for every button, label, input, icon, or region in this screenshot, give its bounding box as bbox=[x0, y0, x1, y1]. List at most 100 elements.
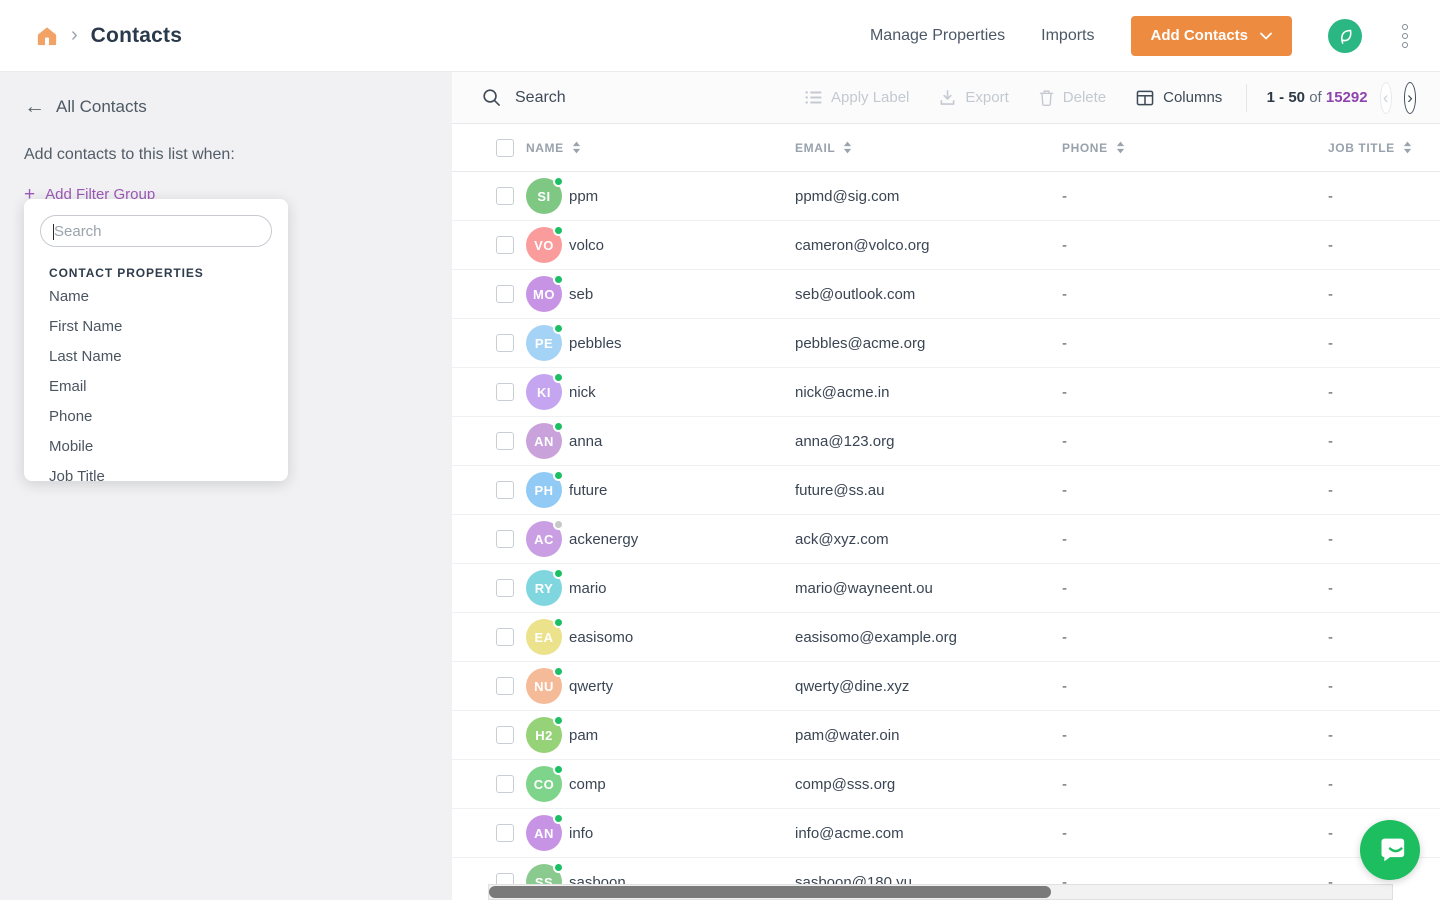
contact-name[interactable]: future bbox=[569, 482, 607, 499]
contact-name[interactable]: comp bbox=[569, 776, 606, 793]
manage-properties-link[interactable]: Manage Properties bbox=[870, 27, 1005, 45]
contacts-main: Apply Label Export Delete Columns bbox=[452, 72, 1440, 900]
column-header-job-title[interactable]: JOB TITLE bbox=[1328, 141, 1440, 155]
property-item[interactable]: First Name bbox=[49, 312, 272, 342]
contact-name[interactable]: mario bbox=[569, 580, 607, 597]
contact-phone: - bbox=[1062, 335, 1328, 352]
table-search-input[interactable] bbox=[515, 89, 775, 107]
row-checkbox[interactable] bbox=[496, 285, 514, 303]
column-header-name[interactable]: NAME bbox=[526, 141, 795, 155]
avatar-initials: AN bbox=[534, 434, 554, 449]
property-search-input[interactable] bbox=[54, 223, 258, 240]
contact-name[interactable]: qwerty bbox=[569, 678, 613, 695]
property-item[interactable]: Phone bbox=[49, 402, 272, 432]
contact-email[interactable]: cameron@volco.org bbox=[795, 237, 1062, 254]
table-row[interactable]: EA easisomo easisomo@example.org - - bbox=[452, 613, 1440, 662]
row-checkbox[interactable] bbox=[496, 481, 514, 499]
table-row[interactable]: VO volco cameron@volco.org - - bbox=[452, 221, 1440, 270]
contact-email[interactable]: comp@sss.org bbox=[795, 776, 1062, 793]
row-checkbox[interactable] bbox=[496, 579, 514, 597]
row-checkbox[interactable] bbox=[496, 824, 514, 842]
table-row[interactable]: CO comp comp@sss.org - - bbox=[452, 760, 1440, 809]
avatar: PE bbox=[526, 325, 562, 361]
contact-name[interactable]: pebbles bbox=[569, 335, 622, 352]
table-search[interactable] bbox=[482, 88, 775, 107]
property-item[interactable]: Last Name bbox=[49, 342, 272, 372]
row-checkbox[interactable] bbox=[496, 775, 514, 793]
table-row[interactable]: MO seb seb@outlook.com - - bbox=[452, 270, 1440, 319]
contact-name[interactable]: anna bbox=[569, 433, 602, 450]
filter-sidebar: ← All Contacts Add contacts to this list… bbox=[0, 72, 452, 900]
row-checkbox[interactable] bbox=[496, 628, 514, 646]
property-item[interactable]: Mobile bbox=[49, 432, 272, 462]
contact-name[interactable]: info bbox=[569, 825, 593, 842]
row-checkbox[interactable] bbox=[496, 187, 514, 205]
contact-name[interactable]: ppm bbox=[569, 188, 598, 205]
contact-email[interactable]: mario@wayneent.ou bbox=[795, 580, 1062, 597]
contact-email[interactable]: ppmd@sig.com bbox=[795, 188, 1062, 205]
contact-email[interactable]: ack@xyz.com bbox=[795, 531, 1062, 548]
table-row[interactable]: PH future future@ss.au - - bbox=[452, 466, 1440, 515]
next-page-button[interactable]: › bbox=[1404, 82, 1416, 114]
avatar-initials: SI bbox=[537, 189, 550, 204]
property-item[interactable]: Job Title bbox=[49, 462, 272, 481]
table-row[interactable]: RY mario mario@wayneent.ou - - bbox=[452, 564, 1440, 613]
contact-email[interactable]: info@acme.com bbox=[795, 825, 1062, 842]
pagination-total[interactable]: 15292 bbox=[1326, 89, 1368, 106]
contact-email[interactable]: anna@123.org bbox=[795, 433, 1062, 450]
column-header-phone[interactable]: PHONE bbox=[1062, 141, 1328, 155]
table-row[interactable]: AN info info@acme.com - - bbox=[452, 809, 1440, 858]
table-row[interactable]: PE pebbles pebbles@acme.org - - bbox=[452, 319, 1440, 368]
select-all-checkbox[interactable] bbox=[496, 139, 514, 157]
table-row[interactable]: KI nick nick@acme.in - - bbox=[452, 368, 1440, 417]
contact-name[interactable]: seb bbox=[569, 286, 593, 303]
add-contacts-button[interactable]: Add Contacts bbox=[1131, 16, 1293, 56]
all-contacts-back[interactable]: ← All Contacts bbox=[24, 96, 428, 117]
contact-name[interactable]: pam bbox=[569, 727, 598, 744]
user-avatar[interactable] bbox=[1328, 19, 1362, 53]
row-checkbox[interactable] bbox=[496, 236, 514, 254]
contact-email[interactable]: pebbles@acme.org bbox=[795, 335, 1062, 352]
table-row[interactable]: AN anna anna@123.org - - bbox=[452, 417, 1440, 466]
contact-email[interactable]: future@ss.au bbox=[795, 482, 1062, 499]
chat-bubble-icon bbox=[1373, 833, 1407, 867]
row-checkbox[interactable] bbox=[496, 383, 514, 401]
apply-label-button[interactable]: Apply Label bbox=[805, 89, 909, 106]
table-row[interactable]: NU qwerty qwerty@dine.xyz - - bbox=[452, 662, 1440, 711]
prev-page-button[interactable]: ‹ bbox=[1380, 82, 1392, 114]
contact-email[interactable]: pam@water.oin bbox=[795, 727, 1062, 744]
row-checkbox[interactable] bbox=[496, 677, 514, 695]
table-row[interactable]: H2 pam pam@water.oin - - bbox=[452, 711, 1440, 760]
property-item[interactable]: Name bbox=[49, 282, 272, 312]
horizontal-scrollbar[interactable] bbox=[488, 884, 1393, 900]
table-row[interactable]: AC ackenergy ack@xyz.com - - bbox=[452, 515, 1440, 564]
contact-email[interactable]: seb@outlook.com bbox=[795, 286, 1062, 303]
avatar: RY bbox=[526, 570, 562, 606]
contact-name[interactable]: easisomo bbox=[569, 629, 633, 646]
status-dot-icon bbox=[553, 715, 564, 726]
contact-name[interactable]: ackenergy bbox=[569, 531, 638, 548]
row-checkbox[interactable] bbox=[496, 334, 514, 352]
delete-button[interactable]: Delete bbox=[1039, 89, 1106, 106]
more-options-icon[interactable] bbox=[1398, 20, 1412, 52]
row-checkbox[interactable] bbox=[496, 432, 514, 450]
columns-button[interactable]: Columns bbox=[1136, 89, 1222, 106]
contact-phone: - bbox=[1062, 433, 1328, 450]
contact-name[interactable]: nick bbox=[569, 384, 596, 401]
contact-name[interactable]: volco bbox=[569, 237, 604, 254]
property-item[interactable]: Email bbox=[49, 372, 272, 402]
scrollbar-thumb[interactable] bbox=[489, 886, 1051, 898]
contact-email[interactable]: nick@acme.in bbox=[795, 384, 1062, 401]
contact-email[interactable]: qwerty@dine.xyz bbox=[795, 678, 1062, 695]
row-checkbox[interactable] bbox=[496, 726, 514, 744]
export-button[interactable]: Export bbox=[939, 89, 1008, 106]
row-checkbox[interactable] bbox=[496, 530, 514, 548]
column-header-email[interactable]: EMAIL bbox=[795, 141, 1062, 155]
table-row[interactable]: SI ppm ppmd@sig.com - - bbox=[452, 172, 1440, 221]
contact-phone: - bbox=[1062, 237, 1328, 254]
imports-link[interactable]: Imports bbox=[1041, 27, 1094, 45]
home-icon[interactable] bbox=[36, 25, 58, 47]
chat-widget-button[interactable] bbox=[1360, 820, 1420, 880]
property-search[interactable] bbox=[40, 215, 272, 247]
contact-email[interactable]: easisomo@example.org bbox=[795, 629, 1062, 646]
